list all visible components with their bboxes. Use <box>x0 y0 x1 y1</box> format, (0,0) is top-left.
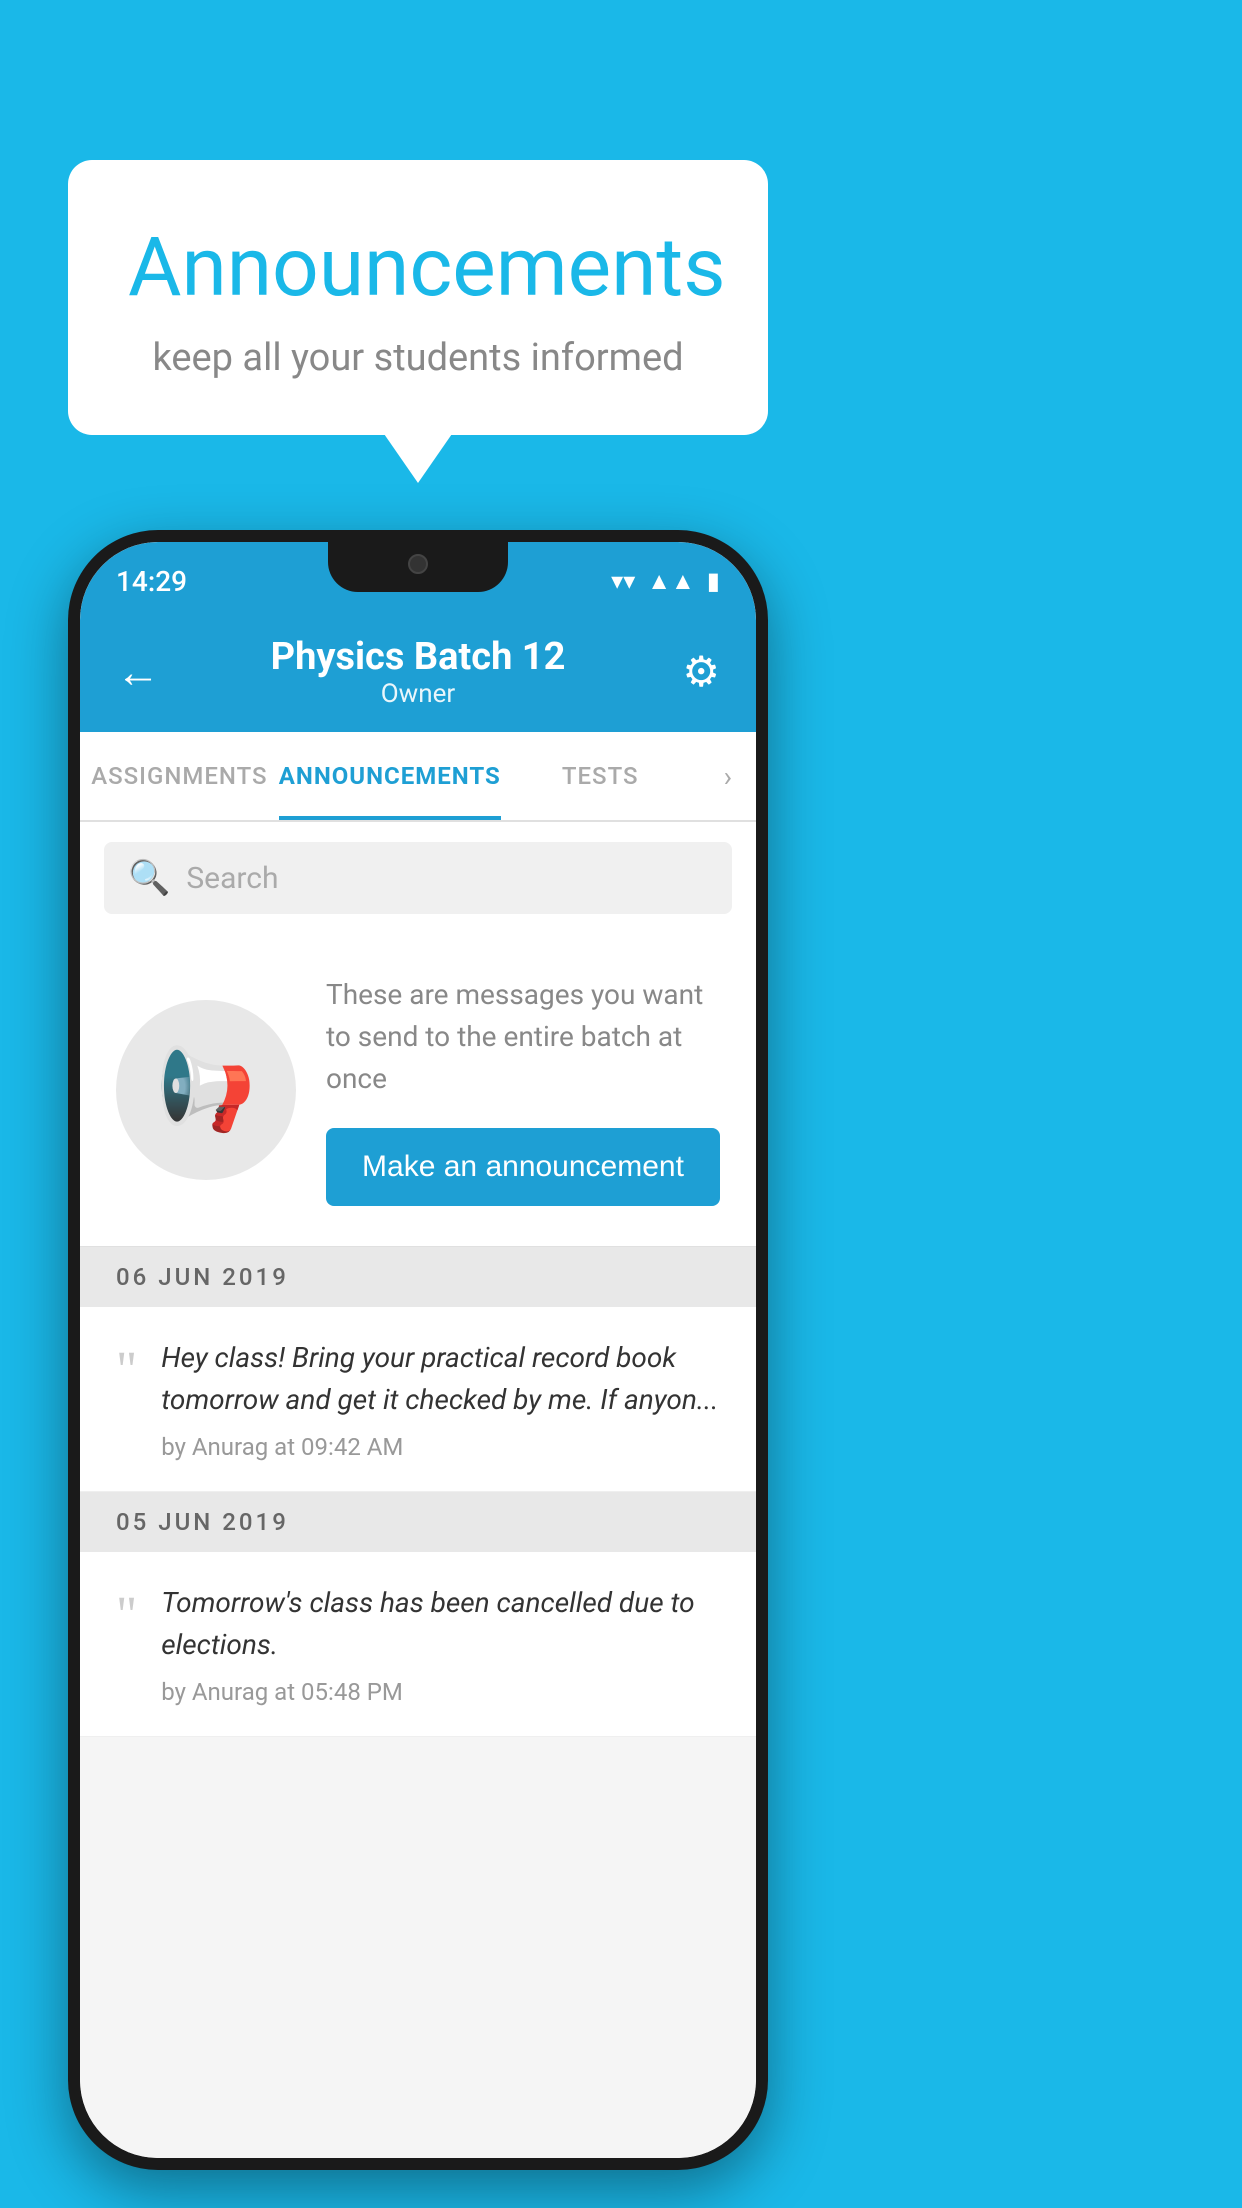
signal-icon: ▲▲ <box>647 567 695 596</box>
battery-icon: ▮ <box>707 567 720 595</box>
announcement-item-2[interactable]: " Tomorrow's class has been cancelled du… <box>80 1552 756 1737</box>
header-center: Physics Batch 12 Owner <box>176 635 660 709</box>
search-bar: 🔍 Search <box>80 822 756 934</box>
status-time: 14:29 <box>116 565 187 598</box>
date-separator-1: 06 JUN 2019 <box>80 1247 756 1307</box>
search-icon: 🔍 <box>128 858 170 898</box>
phone-notch <box>328 542 508 592</box>
make-announcement-button[interactable]: Make an announcement <box>326 1128 720 1206</box>
search-placeholder: Search <box>186 861 278 896</box>
announcement-item-1[interactable]: " Hey class! Bring your practical record… <box>80 1307 756 1492</box>
promo-text-area: These are messages you want to send to t… <box>326 974 720 1206</box>
promo-description: These are messages you want to send to t… <box>326 974 720 1100</box>
wifi-icon: ▾▾ <box>611 567 635 595</box>
tab-more[interactable]: › <box>700 760 756 793</box>
app-header: ← Physics Batch 12 Owner ⚙ <box>80 612 756 732</box>
announcement-text-area-2: Tomorrow's class has been cancelled due … <box>161 1582 720 1706</box>
tab-bar: ASSIGNMENTS ANNOUNCEMENTS TESTS › <box>80 732 756 822</box>
camera <box>408 554 428 574</box>
search-input-wrapper[interactable]: 🔍 Search <box>104 842 732 914</box>
tab-assignments[interactable]: ASSIGNMENTS <box>80 732 279 820</box>
speech-bubble: Announcements keep all your students inf… <box>68 160 768 435</box>
announcement-meta-2: by Anurag at 05:48 PM <box>161 1678 720 1706</box>
status-icons: ▾▾ ▲▲ ▮ <box>611 567 720 596</box>
announcement-text-area-1: Hey class! Bring your practical record b… <box>161 1337 720 1461</box>
date-separator-2: 05 JUN 2019 <box>80 1492 756 1552</box>
quote-icon-1: " <box>116 1345 137 1397</box>
speech-bubble-title: Announcements <box>128 220 708 316</box>
tab-tests[interactable]: TESTS <box>501 732 700 820</box>
header-title: Physics Batch 12 <box>176 635 660 679</box>
announcement-icon: 📢 <box>156 1043 256 1137</box>
tab-announcements[interactable]: ANNOUNCEMENTS <box>279 732 501 820</box>
quote-icon-2: " <box>116 1590 137 1642</box>
settings-button[interactable]: ⚙ <box>660 647 720 697</box>
promo-icon-circle: 📢 <box>116 1000 296 1180</box>
header-subtitle: Owner <box>176 679 660 709</box>
phone-screen: 14:29 ▾▾ ▲▲ ▮ ← Physics Batch 12 Owner ⚙ <box>80 542 756 2158</box>
announcement-text-2: Tomorrow's class has been cancelled due … <box>161 1582 720 1666</box>
promo-card: 📢 These are messages you want to send to… <box>80 934 756 1247</box>
back-button[interactable]: ← <box>116 646 176 698</box>
content-area: 🔍 Search 📢 These are messages you want t… <box>80 822 756 2158</box>
speech-bubble-subtitle: keep all your students informed <box>128 336 708 380</box>
phone-frame: 14:29 ▾▾ ▲▲ ▮ ← Physics Batch 12 Owner ⚙ <box>68 530 768 2170</box>
announcement-text-1: Hey class! Bring your practical record b… <box>161 1337 720 1421</box>
announcement-meta-1: by Anurag at 09:42 AM <box>161 1433 720 1461</box>
